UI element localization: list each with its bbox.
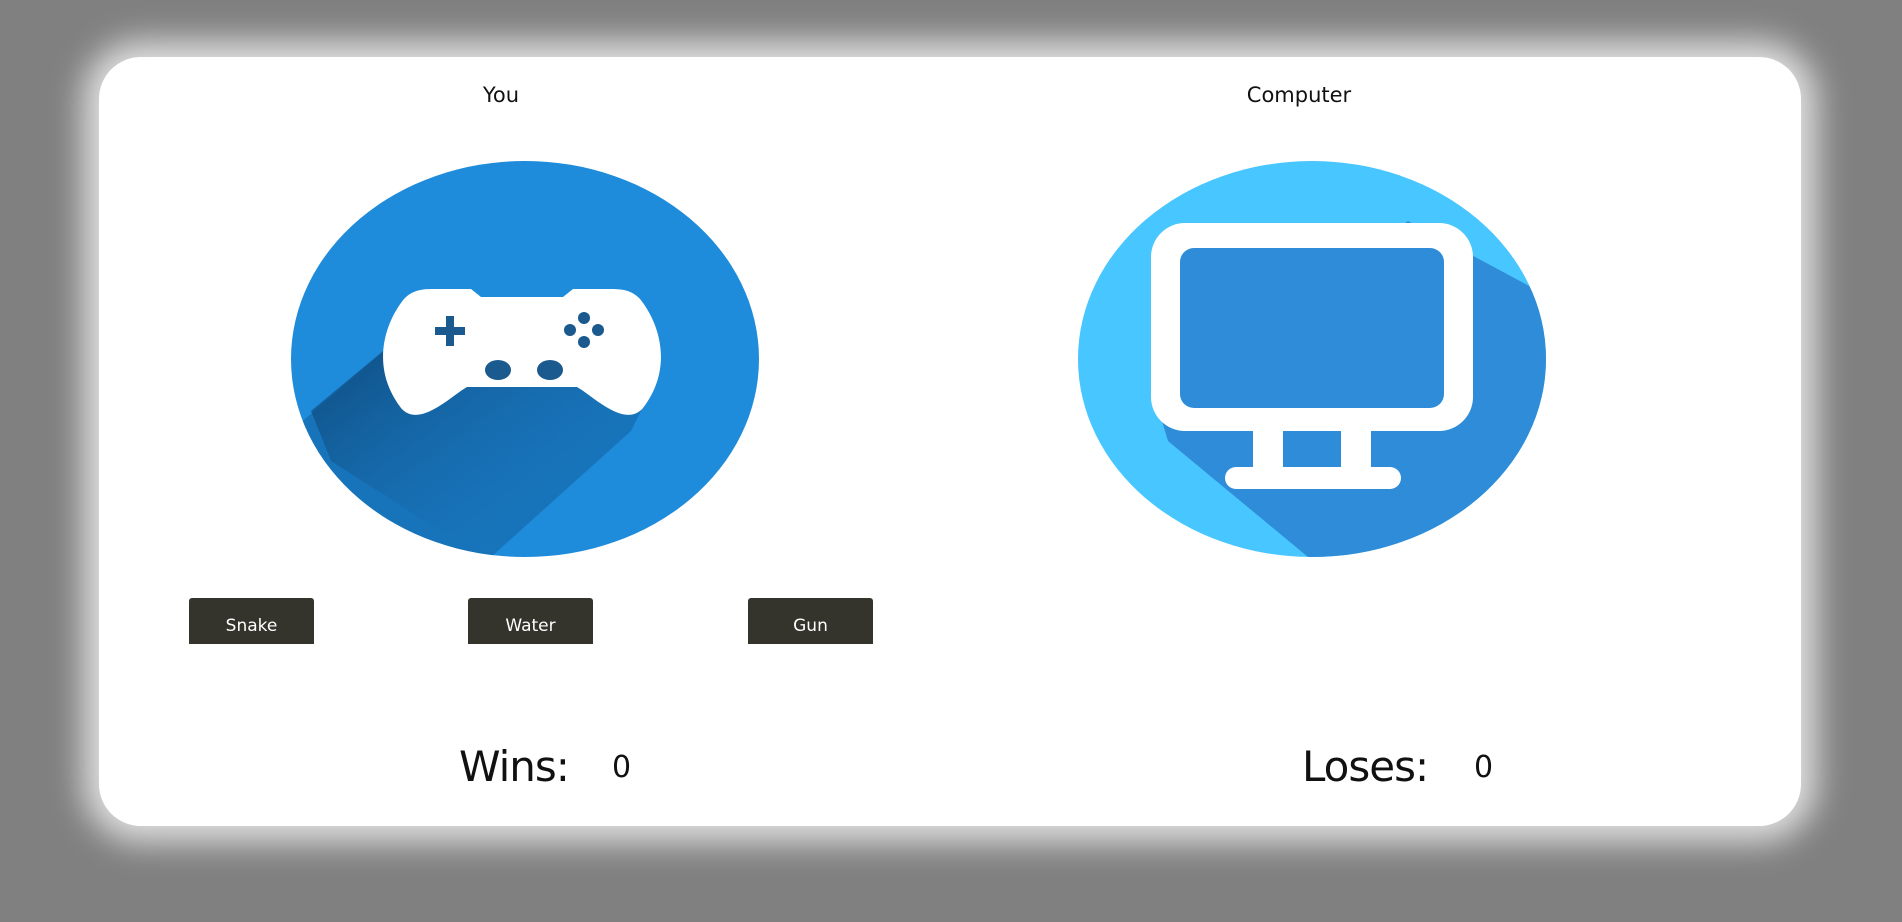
computer-avatar [1078, 161, 1546, 557]
gamepad-icon [291, 161, 759, 557]
monitor-icon [1078, 161, 1546, 557]
water-button[interactable]: Water [468, 598, 593, 644]
computer-title: Computer [1246, 83, 1352, 107]
snake-button[interactable]: Snake [189, 598, 314, 644]
loses-label: Loses: [1302, 742, 1429, 791]
loses-value: 0 [1474, 750, 1494, 785]
wins-label: Wins: [459, 742, 570, 791]
gun-button[interactable]: Gun [748, 598, 873, 644]
player-title: You [482, 83, 520, 107]
game-card: You Computer Snake Water Gun Wins: 0 Los… [99, 57, 1801, 826]
wins-value: 0 [612, 750, 632, 785]
player-avatar [291, 161, 759, 557]
